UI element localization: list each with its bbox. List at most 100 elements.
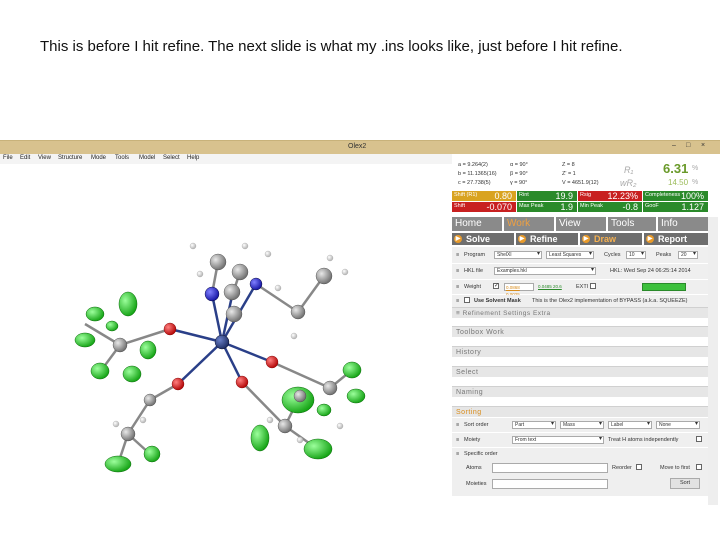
cell-a: a = 9.264(2) (458, 162, 488, 168)
solvent-mask-checkbox[interactable] (464, 297, 470, 303)
exti-checkbox[interactable] (590, 283, 596, 289)
section-toolbox-work[interactable]: Toolbox Work (452, 326, 708, 337)
expand-icon: ≡ (456, 252, 460, 258)
cell-beta: β = 90° (510, 171, 528, 177)
stat-rint: Rint 19.9 (517, 191, 577, 201)
hkl-select[interactable]: Examples.hkl (494, 267, 596, 275)
panel-scrollbar[interactable] (708, 217, 718, 505)
moiety-select[interactable]: From text (512, 436, 604, 444)
peaks-label: Peaks (656, 252, 672, 258)
section-label: Refinement Settings Extra (462, 310, 551, 317)
move-first-checkbox[interactable] (696, 464, 702, 470)
stat-label: GooF (645, 203, 659, 209)
sort-select-2[interactable]: Mass (560, 421, 604, 429)
peaks-select[interactable]: 20 (678, 251, 698, 259)
expand-icon: ≡ (456, 284, 460, 290)
cell-z: Z = 8 (562, 162, 575, 168)
expand-icon: ≡ (456, 268, 460, 274)
atoms-input[interactable] (492, 463, 608, 473)
stat-shift-r1: Shift (R1) 0.80 (452, 191, 516, 201)
wr2-unit: % (692, 179, 699, 186)
menu-help[interactable]: Help (187, 155, 199, 161)
stat-goof: GooF 1.127 (643, 202, 708, 212)
menu-file[interactable]: File (3, 155, 13, 161)
stat-label: Min Peak (580, 203, 603, 209)
subtab-label: Solve (466, 234, 491, 244)
solve-icon: ▶ (454, 235, 462, 243)
sort-select-4[interactable]: None (656, 421, 700, 429)
subtab-draw[interactable]: ▶ Draw (580, 233, 642, 245)
moiety-label: Moiety (464, 437, 481, 443)
sort-order-row: ≡ Sort order Part Mass Label None (452, 418, 708, 432)
refinement-extra-section[interactable]: ≡ Refinement Settings Extra (452, 307, 708, 318)
expand-icon: ≡ (456, 310, 463, 317)
tab-info[interactable]: Info (658, 217, 708, 231)
weight-suggested[interactable]: 0.0485 20.6 (538, 284, 562, 289)
maximize-icon[interactable]: □ (686, 142, 690, 149)
sort-button[interactable]: Sort (670, 478, 700, 489)
sort-select-1[interactable]: Part (512, 421, 556, 429)
cell-b: b = 11.1365(16) (458, 171, 497, 177)
cell-volume: V = 4651.9(12) (562, 180, 599, 186)
chlorine-atoms (74, 291, 366, 473)
menu-edit[interactable]: Edit (20, 155, 30, 161)
wr2-value: 14.50 (668, 178, 689, 187)
subtab-solve[interactable]: ▶ Solve (452, 233, 514, 245)
stat-value: -0.8 (622, 202, 638, 212)
refine-icon: ▶ (518, 235, 526, 243)
reorder-checkbox[interactable] (636, 464, 642, 470)
weight-status-bar (642, 283, 686, 291)
subtab-refine[interactable]: ▶ Refine (516, 233, 578, 245)
molecule-viewer[interactable] (0, 164, 452, 521)
hkl-date: HKL: Wed Sep 24 06:25:14 2014 (610, 268, 691, 274)
menu-mode[interactable]: Mode (91, 155, 106, 161)
slide-caption: This is before I hit refine. The next sl… (40, 38, 623, 55)
program-select[interactable]: ShelXl (494, 251, 542, 259)
menu-bar: File Edit View Structure Mode Tools Mode… (0, 154, 452, 164)
exti-label: EXTI (576, 284, 589, 290)
metal-atom (214, 334, 230, 350)
program-row: ≡ Program ShelXl Least Squares Cycles 10… (452, 247, 708, 263)
sort-select-3[interactable]: Label (608, 421, 652, 429)
weight-current[interactable]: 0.0868 0.0025 (504, 283, 534, 297)
stat-max-peak: Max Peak 1.9 (517, 202, 577, 212)
cycles-select[interactable]: 10 (626, 251, 646, 259)
stat-value: -0.070 (486, 202, 512, 212)
tab-view[interactable]: View (556, 217, 606, 231)
stat-label: Shift (454, 203, 466, 209)
moieties-input[interactable] (492, 479, 608, 489)
menu-structure[interactable]: Structure (58, 155, 82, 161)
section-sorting[interactable]: Sorting (452, 406, 708, 417)
close-icon[interactable]: × (701, 142, 705, 149)
expand-icon: ≡ (456, 298, 460, 304)
title-bar: Olex2 – □ × (0, 141, 720, 154)
subtab-report[interactable]: ▶ Report (644, 233, 708, 245)
minimize-icon[interactable]: – (672, 142, 676, 149)
weight-label: Weight (464, 284, 482, 290)
menu-model[interactable]: Model (139, 155, 155, 161)
tab-work[interactable]: Work (504, 217, 554, 231)
menu-view[interactable]: View (38, 155, 51, 161)
section-history[interactable]: History (452, 346, 708, 357)
cycles-label: Cycles (604, 252, 621, 258)
moiety-row: ≡ Moiety From text Treat H atoms indepen… (452, 433, 708, 447)
tab-home[interactable]: Home (452, 217, 502, 231)
r1-label: R₁ (624, 165, 634, 175)
stat-label: Rsig (580, 192, 592, 198)
stat-value: 1.9 (560, 202, 573, 212)
expand-icon: ≡ (456, 451, 460, 457)
expand-icon: ≡ (456, 437, 460, 443)
moieties-label: Moieties (466, 481, 487, 487)
weight-checkbox[interactable]: ✓ (493, 283, 499, 289)
treat-h-checkbox[interactable] (696, 436, 702, 442)
tab-tools[interactable]: Tools (608, 217, 656, 231)
section-select[interactable]: Select (452, 366, 708, 377)
cell-alpha: α = 90° (510, 162, 528, 168)
sort-order-label: Sort order (464, 422, 489, 428)
method-select[interactable]: Least Squares (546, 251, 594, 259)
menu-select[interactable]: Select (163, 155, 180, 161)
cell-zprime: Z' = 1 (562, 171, 576, 177)
stat-label: Max Peak (519, 203, 544, 209)
section-naming[interactable]: Naming (452, 386, 708, 397)
menu-tools[interactable]: Tools (115, 155, 129, 161)
